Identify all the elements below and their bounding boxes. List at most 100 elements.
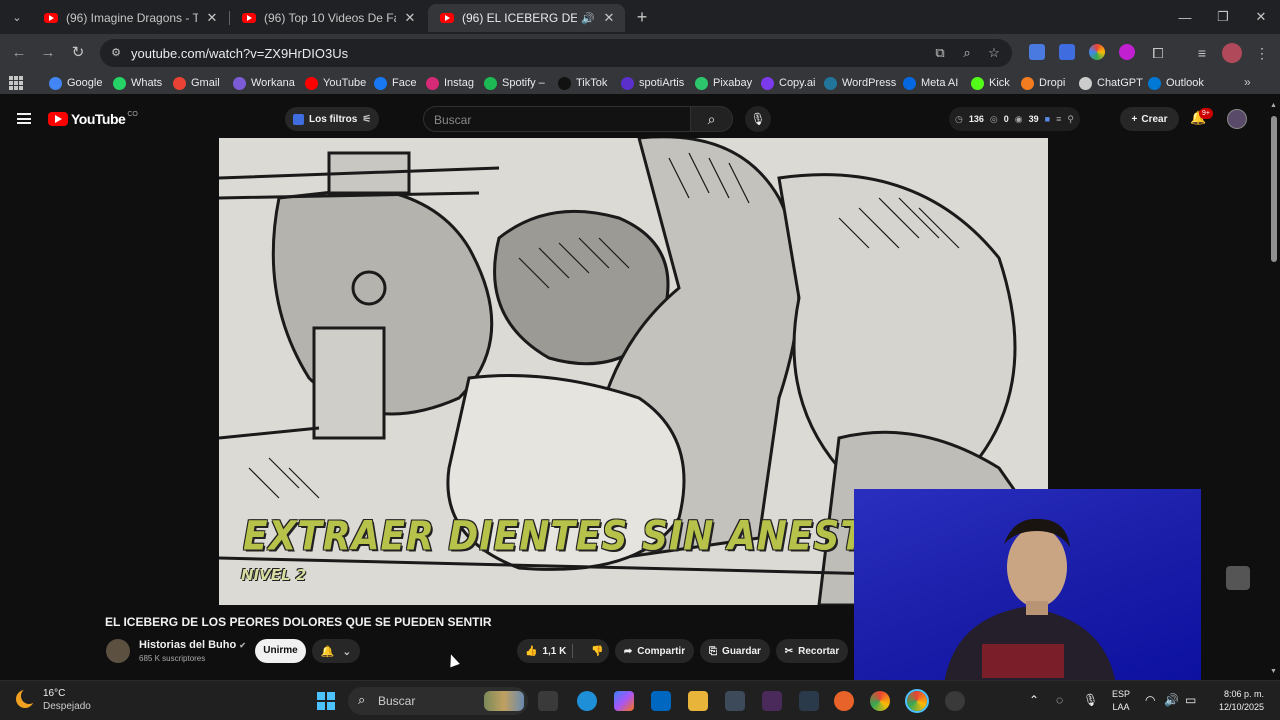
reading-list-icon[interactable]: ≡ <box>1192 43 1212 63</box>
battery-icon[interactable]: ▭ <box>1185 693 1196 707</box>
extension-filter-icon[interactable] <box>1059 44 1075 60</box>
weather-description[interactable]: Despejado <box>43 701 91 712</box>
chrome-icon[interactable] <box>870 691 890 711</box>
more-bookmarks-icon[interactable]: » <box>1244 75 1251 89</box>
like-button[interactable]: 👍 1,1 K <box>525 646 566 657</box>
copilot-icon[interactable] <box>614 691 634 711</box>
language-indicator[interactable]: ESP LAA <box>1112 688 1130 714</box>
account-avatar[interactable] <box>1227 109 1247 129</box>
scrollbar-thumb[interactable] <box>1271 116 1277 262</box>
search-input[interactable]: Buscar <box>423 106 691 132</box>
bookmark-star-icon[interactable]: ☆ <box>985 44 1003 62</box>
close-tab-icon[interactable]: ✕ <box>402 10 418 26</box>
create-button[interactable]: + Crear <box>1120 107 1179 131</box>
volume-icon[interactable]: 🔊 <box>1164 693 1179 707</box>
bookmark-spotify[interactable]: Spotify – <box>484 75 545 91</box>
bookmark-meta-ai[interactable]: Meta AI <box>903 75 958 91</box>
site-info-icon[interactable]: ⚙ <box>108 45 124 61</box>
url-text[interactable]: youtube.com/watch?v=ZX9HrDIO3Us <box>131 46 348 61</box>
zoom-icon[interactable]: ⌕ <box>958 44 976 62</box>
system-clock[interactable]: 8:06 p. m. 12/10/2025 <box>1212 688 1264 714</box>
channel-avatar[interactable] <box>106 639 130 663</box>
share-button[interactable]: ➦ Compartir <box>615 639 694 663</box>
install-app-icon[interactable]: ⧉ <box>931 44 949 62</box>
minimize-button[interactable]: — <box>1166 0 1204 34</box>
bookmark-youtube[interactable]: YouTube <box>305 75 366 91</box>
filters-button[interactable]: Los filtros ⚟ <box>285 107 380 131</box>
close-window-button[interactable]: ✕ <box>1242 0 1280 34</box>
bookmark-pixabay[interactable]: Pixabay <box>695 75 752 91</box>
show-hidden-icons-icon[interactable]: ⌃ <box>1029 693 1039 707</box>
bookmark-dropi[interactable]: Dropi <box>1021 75 1065 91</box>
tray-app-icon[interactable]: ◌ <box>1056 693 1063 707</box>
bookmark-face[interactable]: Face <box>374 75 416 91</box>
save-button[interactable]: ⎘ Guardar <box>700 639 770 663</box>
restore-button[interactable]: ❐ <box>1204 0 1242 34</box>
edge-icon[interactable] <box>577 691 597 711</box>
guide-menu-icon[interactable] <box>17 113 31 124</box>
bookmark-spotiartis[interactable]: spotiArtis <box>621 75 684 91</box>
bookmark-gmail[interactable]: Gmail <box>173 75 220 91</box>
owl-channel-icon[interactable] <box>1226 566 1250 590</box>
join-button[interactable]: Unirme <box>255 639 306 663</box>
speaker-icon[interactable]: 🔊 <box>581 12 595 25</box>
profile-avatar[interactable] <box>1222 43 1242 63</box>
temperature[interactable]: 16°C <box>43 688 65 699</box>
dislike-button[interactable]: 👎 <box>591 646 603 657</box>
tab-search-button[interactable]: ⌄ <box>6 7 28 27</box>
back-button[interactable]: ← <box>9 43 29 63</box>
extensions-puzzle-icon[interactable]: ⧠ <box>1148 43 1168 63</box>
firefox-icon[interactable] <box>834 691 854 711</box>
bookmark-wordpress[interactable]: WordPress <box>824 75 896 91</box>
bookmark-tiktok[interactable]: TikTok <box>558 75 607 91</box>
bookmark-kick[interactable]: Kick <box>971 75 1010 91</box>
extension-download-icon[interactable] <box>1119 44 1135 60</box>
share-icon: ➦ <box>623 645 633 657</box>
store-icon[interactable] <box>651 691 671 711</box>
bookmark-copy-ai[interactable]: Copy.ai <box>761 75 815 91</box>
chrome-active-icon[interactable] <box>905 689 929 713</box>
channel-name-link[interactable]: Historias del Buho ✔ <box>139 639 246 651</box>
bookmark-label: Copy.ai <box>779 77 816 89</box>
page-scrollbar[interactable]: ▲ ▼ <box>1268 100 1280 680</box>
clip-button[interactable]: ✂ Recortar <box>776 639 848 663</box>
close-tab-icon[interactable]: ✕ <box>601 10 617 26</box>
bookmark-chatgpt[interactable]: ChatGPT <box>1079 75 1143 91</box>
recorder-icon[interactable] <box>945 691 965 711</box>
voice-search-icon[interactable]: 🎙 <box>745 106 771 132</box>
tab-iceberg-active[interactable]: (96) EL ICEBERG DE LOS PEO 🔊 ✕ <box>428 4 625 32</box>
bookmark-google[interactable]: Google <box>49 75 102 91</box>
taskbar-search[interactable]: ⌕ Buscar <box>348 687 528 715</box>
moon-weather-icon[interactable] <box>16 688 37 708</box>
app-hexagon-icon[interactable] <box>725 691 745 711</box>
youtube-logo[interactable]: YouTube CO <box>48 111 138 127</box>
extension-stats[interactable]: ◷ 136 ◎ 0 ◉ 39 ■ ≡ ⚲ <box>949 107 1080 131</box>
apps-grid-icon[interactable] <box>9 76 23 90</box>
address-bar[interactable]: ⚙ youtube.com/watch?v=ZX9HrDIO3Us ⧉ ⌕ ☆ <box>100 39 1012 67</box>
microphone-icon[interactable]: 🎙 <box>1083 693 1098 707</box>
windows-start-icon[interactable] <box>317 692 335 710</box>
bookmark-whats[interactable]: Whats <box>113 75 162 91</box>
forward-button[interactable]: → <box>38 43 58 63</box>
snipping-tool-icon[interactable] <box>799 691 819 711</box>
extension-color-icon[interactable] <box>1089 44 1105 60</box>
chrome-menu-icon[interactable]: ⋮ <box>1252 43 1272 63</box>
channel-name[interactable]: Historias del Buho <box>139 639 236 651</box>
tab-imagine-dragons[interactable]: (96) Imagine Dragons - Thunde ✕ <box>32 4 228 32</box>
subscription-notifications-button[interactable]: 🔔 ⌄ <box>312 639 360 663</box>
bookmark-instag[interactable]: Instag <box>426 75 474 91</box>
video-editor-icon[interactable] <box>762 691 782 711</box>
close-tab-icon[interactable]: ✕ <box>204 10 220 26</box>
tab-top-10-videos[interactable]: (96) Top 10 Videos De Fantasma ✕ <box>230 4 426 32</box>
file-explorer-icon[interactable] <box>688 691 708 711</box>
bookmark-outlook[interactable]: Outlook <box>1148 75 1204 91</box>
scroll-down-icon[interactable]: ▼ <box>1270 668 1277 675</box>
new-tab-button[interactable]: + <box>632 7 652 27</box>
bookmark-workana[interactable]: Workana <box>233 75 295 91</box>
task-view-icon[interactable] <box>538 691 558 711</box>
search-button[interactable]: ⌕ <box>691 106 733 132</box>
wifi-icon[interactable]: ◠ <box>1145 693 1155 707</box>
scroll-up-icon[interactable]: ▲ <box>1270 102 1277 109</box>
reload-button[interactable]: ↻ <box>68 43 88 63</box>
extension-tag-icon[interactable] <box>1029 44 1045 60</box>
